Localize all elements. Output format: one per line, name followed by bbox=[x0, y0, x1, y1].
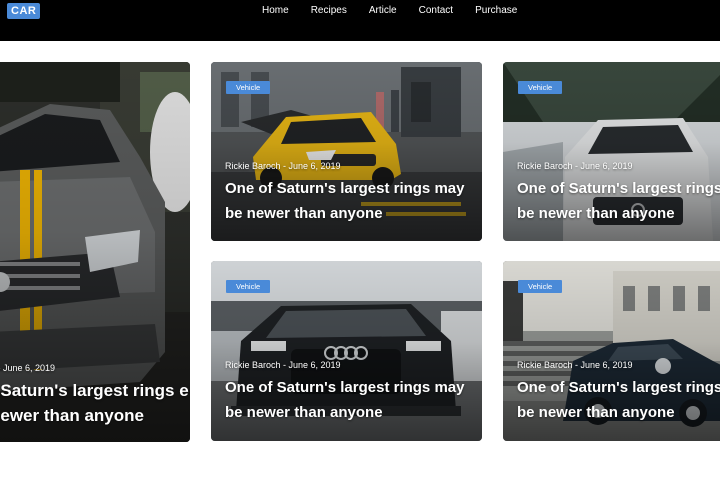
post-meta: Rickie Baroch - June 6, 2019 bbox=[225, 360, 341, 370]
post-card[interactable]: Vehicle Rickie Baroch - June 6, 2019 One… bbox=[503, 62, 720, 241]
post-meta: Rickie Baroch - June 6, 2019 bbox=[517, 360, 633, 370]
category-badge[interactable]: Vehicle bbox=[226, 81, 271, 94]
post-card[interactable]: Vehicle Rickie Baroch - June 6, 2019 One… bbox=[211, 261, 482, 441]
category-badge[interactable]: Vehicle bbox=[518, 280, 563, 293]
post-card[interactable]: Vehicle Rickie Baroch - June 6, 2019 One… bbox=[211, 62, 482, 241]
post-title[interactable]: One of Saturn's largest rings may be new… bbox=[225, 176, 482, 226]
post-title[interactable]: One of Saturn's largest rings may be new… bbox=[517, 375, 720, 425]
post-meta: Rickie Baroch - June 6, 2019 bbox=[225, 161, 341, 171]
nav-item-recipes[interactable]: Recipes bbox=[311, 4, 347, 18]
post-meta: h - June 6, 2019 bbox=[0, 363, 56, 373]
category-badge[interactable]: Vehicle bbox=[518, 81, 563, 94]
nav-item-purchase[interactable]: Purchase bbox=[475, 4, 517, 18]
post-title[interactable]: One of Saturn's largest rings may be new… bbox=[517, 176, 720, 226]
category-badge[interactable]: Vehicle bbox=[226, 280, 271, 293]
post-title[interactable]: f Saturn's largest rings e newer than an… bbox=[0, 378, 190, 428]
featured-post-card[interactable]: h - June 6, 2019 f Saturn's largest ring… bbox=[0, 62, 190, 442]
top-navbar: CAR Home Recipes Article Contact Purchas… bbox=[0, 0, 720, 41]
post-card[interactable]: Vehicle Rickie Baroch - June 6, 2019 One… bbox=[503, 261, 720, 441]
brand-logo[interactable]: CAR bbox=[7, 3, 41, 19]
nav-item-contact[interactable]: Contact bbox=[419, 4, 453, 18]
post-title[interactable]: One of Saturn's largest rings may be new… bbox=[225, 375, 482, 425]
nav-item-home[interactable]: Home bbox=[262, 4, 289, 18]
post-meta: Rickie Baroch - June 6, 2019 bbox=[517, 161, 633, 171]
nav-item-article[interactable]: Article bbox=[369, 4, 397, 18]
main-nav: Home Recipes Article Contact Purchase bbox=[262, 4, 517, 18]
